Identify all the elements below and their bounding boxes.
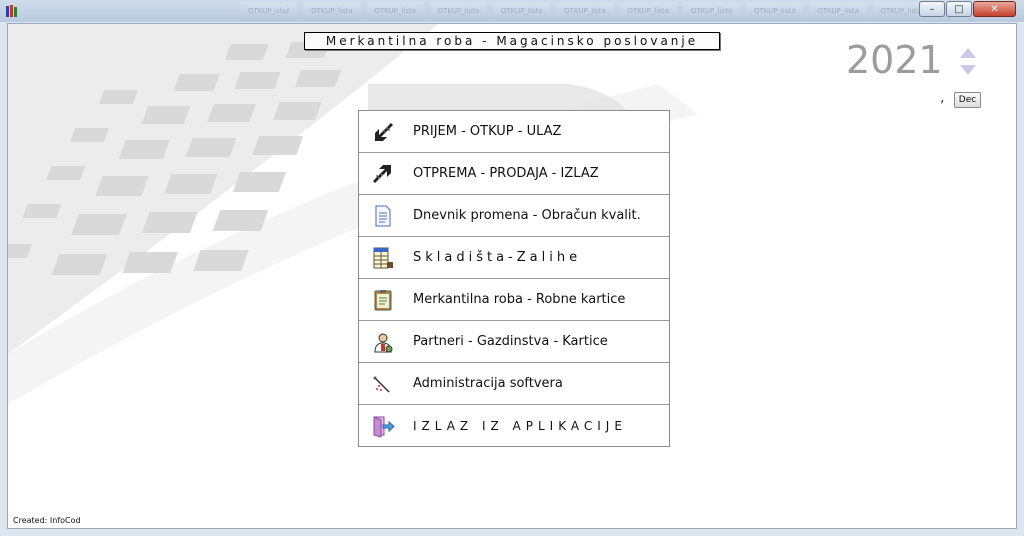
menu-item-prijem[interactable]: PRIJEM - OTKUP - ULAZ [359, 111, 669, 153]
exit-door-icon [373, 415, 395, 438]
year-decrement-arrow-icon[interactable] [960, 65, 976, 75]
window-controls: – □ ✕ [918, 1, 1016, 17]
books-app-icon[interactable] [5, 4, 19, 18]
main-menu: PRIJEM - OTKUP - ULAZ OTPREMA - PRODAJA … [358, 110, 670, 447]
decimal-separator-label: , [940, 90, 945, 106]
menu-item-dnevnik[interactable]: Dnevnik promena - Obračun kvalit. [359, 195, 669, 237]
ghost-tab: OTKUP_lista [556, 2, 614, 20]
ghost-tab: OTKUP_lista [619, 2, 677, 20]
ghost-tab: OTKUP_lista [682, 2, 741, 20]
person-icon [374, 333, 393, 352]
ghost-tab: OTKUP_lista [746, 2, 804, 20]
background-window-tabs: OTKUP_ulaz OTKUP_lista OTKUP_lista OTKUP… [240, 2, 930, 20]
document-icon [375, 205, 391, 226]
menu-item-administracija[interactable]: Administracija softvera [359, 363, 669, 405]
menu-item-robne-kartice[interactable]: Merkantilna roba - Robne kartice [359, 279, 669, 321]
menu-item-label: Merkantilna roba - Robne kartice [413, 292, 626, 307]
ghost-tab: OTKUP_lista [303, 2, 361, 20]
close-button[interactable]: ✕ [973, 1, 1016, 17]
dec-button[interactable]: Dec [954, 92, 981, 108]
app-title: Merkantilna roba - Magacinsko poslovanje [304, 32, 720, 50]
menu-item-label: Dnevnik promena - Obračun kvalit. [413, 208, 641, 223]
menu-item-skladista[interactable]: Skladišta-Zalihe [359, 237, 669, 279]
menu-item-izlaz[interactable]: IZLAZ IZ APLIKACIJE [359, 405, 669, 446]
incoming-arrow-icon [375, 122, 393, 141]
tools-icon [373, 376, 390, 393]
outgoing-arrow-icon [373, 164, 391, 183]
menu-item-label: Skladišta-Zalihe [413, 250, 582, 265]
menu-item-label: IZLAZ IZ APLIKACIJE [413, 418, 627, 433]
maximize-button[interactable]: □ [946, 1, 972, 17]
title-bar: OTKUP_ulaz OTKUP_lista OTKUP_lista OTKUP… [0, 0, 1024, 22]
menu-item-label: Administracija softvera [413, 376, 563, 391]
main-client-area: Merkantilna roba - Magacinsko poslovanje… [7, 23, 1017, 529]
ghost-tab: OTKUP_ulaz [240, 2, 298, 20]
clipboard-icon [374, 289, 392, 310]
minimize-button[interactable]: – [919, 1, 945, 17]
created-by-label: Created: InfoCod [13, 516, 81, 525]
ghost-tab: OTKUP_lista [429, 2, 488, 20]
ledger-icon [373, 247, 393, 268]
year-display: 2021 [846, 38, 943, 82]
ghost-tab: OTKUP_lista [366, 2, 424, 20]
menu-item-label: OTPREMA - PRODAJA - IZLAZ [413, 166, 599, 181]
ghost-tab: OTKUP_lista [493, 2, 551, 20]
year-increment-arrow-icon[interactable] [960, 48, 976, 58]
ghost-tab: OTKUP_lista [809, 2, 867, 20]
menu-item-label: Partneri - Gazdinstva - Kartice [413, 334, 608, 349]
menu-item-partneri[interactable]: Partneri - Gazdinstva - Kartice [359, 321, 669, 363]
menu-item-label: PRIJEM - OTKUP - ULAZ [413, 124, 562, 139]
menu-item-otprema[interactable]: OTPREMA - PRODAJA - IZLAZ [359, 153, 669, 195]
